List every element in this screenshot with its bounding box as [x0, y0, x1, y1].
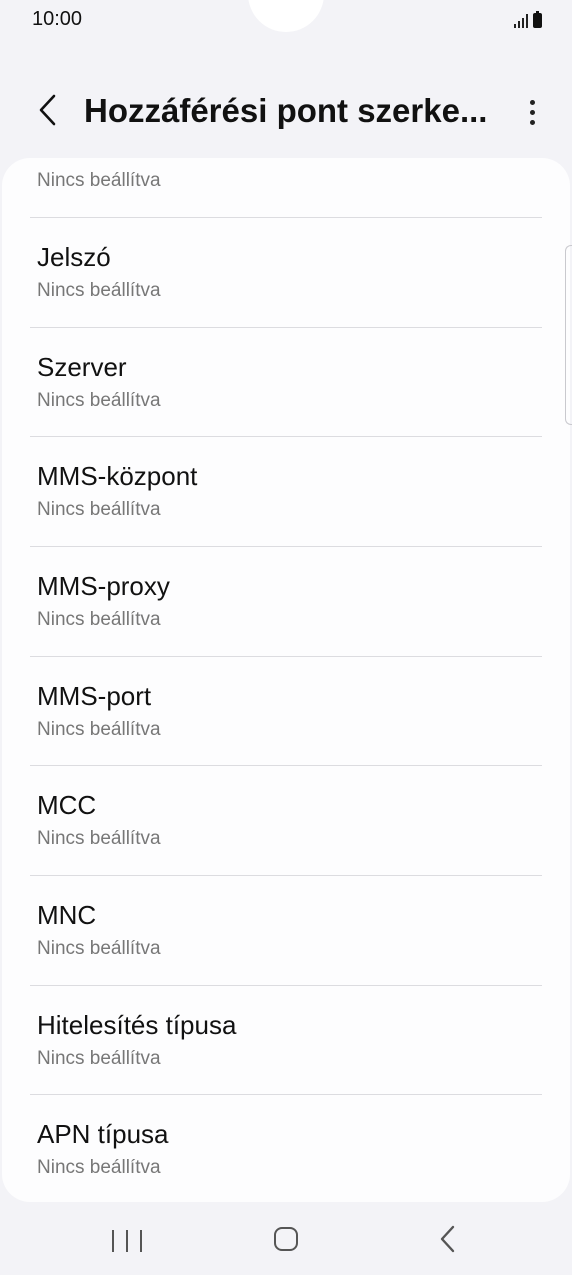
list-item-mms-port[interactable]: MMS-port Nincs beállítva: [2, 657, 570, 766]
item-subtitle: Nincs beállítva: [37, 828, 161, 849]
settings-list-card: Nincs beállítva Jelszó Nincs beállítva S…: [2, 158, 570, 1202]
item-title: MMS-proxy: [37, 571, 170, 601]
recent-apps-button[interactable]: [112, 1227, 142, 1255]
back-button[interactable]: [28, 90, 68, 130]
battery-icon: [533, 11, 542, 28]
item-title: Jelszó: [37, 242, 111, 272]
page-title: Hozzáférési pont szerke...: [84, 92, 488, 129]
list-item-cut-off[interactable]: Nincs beállítva: [2, 158, 570, 217]
chevron-left-icon: [39, 94, 56, 126]
item-subtitle: Nincs beállítva: [37, 609, 161, 630]
scrollbar[interactable]: [565, 245, 572, 425]
back-icon: [440, 1225, 455, 1253]
status-time: 10:00: [32, 8, 83, 30]
navigation-bar: [0, 1205, 572, 1275]
status-icons: [514, 10, 542, 28]
camera-notch: [248, 0, 324, 32]
item-title: APN típusa: [37, 1119, 169, 1149]
list-item-server[interactable]: Szerver Nincs beállítva: [2, 328, 570, 437]
more-options-button[interactable]: [522, 92, 542, 132]
list-item-mcc[interactable]: MCC Nincs beállítva: [2, 766, 570, 875]
list-item-mms-proxy[interactable]: MMS-proxy Nincs beállítva: [2, 547, 570, 656]
signal-icon: [514, 12, 528, 28]
list-item-mms-center[interactable]: MMS-központ Nincs beállítva: [2, 437, 570, 546]
item-subtitle: Nincs beállítva: [37, 280, 161, 301]
item-subtitle: Nincs beállítva: [37, 390, 161, 411]
item-subtitle: Nincs beállítva: [37, 499, 161, 520]
nav-back-button[interactable]: [434, 1223, 462, 1255]
phone-screen: 10:00 Hozzáférési pont szerke... Nincs b…: [0, 0, 572, 1275]
home-button[interactable]: [274, 1227, 298, 1251]
list-item-mnc[interactable]: MNC Nincs beállítva: [2, 876, 570, 985]
item-subtitle: Nincs beállítva: [37, 1157, 161, 1178]
list-item-password[interactable]: Jelszó Nincs beállítva: [2, 218, 570, 327]
more-vertical-icon: [529, 99, 535, 105]
item-subtitle: Nincs beállítva: [37, 719, 161, 740]
item-title: MMS-központ: [37, 461, 198, 491]
list-item-auth-type[interactable]: Hitelesítés típusa Nincs beállítva: [2, 986, 570, 1095]
item-title: MNC: [37, 900, 97, 930]
item-subtitle: Nincs beállítva: [37, 1048, 161, 1069]
app-header: Hozzáférési pont szerke...: [0, 72, 572, 152]
item-title: MCC: [37, 790, 97, 820]
item-title: Szerver: [37, 352, 127, 382]
item-title: Hitelesítés típusa: [37, 1010, 237, 1040]
item-subtitle: Nincs beállítva: [37, 938, 161, 959]
recent-apps-icon: [112, 1230, 114, 1252]
status-bar: 10:00: [0, 0, 572, 40]
item-subtitle: Nincs beállítva: [37, 170, 161, 191]
item-title: MMS-port: [37, 681, 152, 711]
list-item-apn-type[interactable]: APN típusa Nincs beállítva: [2, 1095, 570, 1202]
